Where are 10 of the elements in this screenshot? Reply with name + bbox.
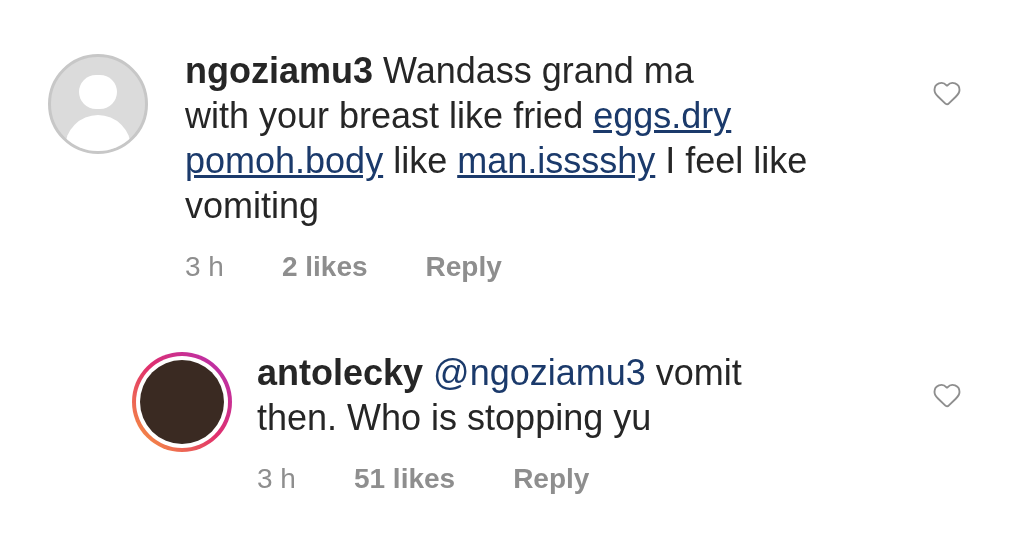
username-link[interactable]: ngoziamu3 bbox=[185, 50, 373, 91]
link[interactable]: eggs.dry bbox=[593, 95, 732, 136]
mention-link[interactable]: @ngoziamu3 bbox=[433, 352, 646, 393]
link[interactable]: pomoh.body bbox=[185, 140, 384, 181]
username-link[interactable]: antolecky bbox=[257, 352, 424, 393]
comment-time: 3 h bbox=[257, 462, 296, 496]
comment-text: ngoziamu3 Wandass grand ma with your breast like fried eggs.dry pomoh.body like man.isssshy I feel like vomiting bbox=[185, 49, 809, 228]
link[interactable]: man.isssshy bbox=[457, 140, 656, 181]
comment-time: 3 h bbox=[185, 250, 224, 284]
comment-text: antolecky @ngoziamu3 vomit then. Who is stopping yu bbox=[257, 351, 743, 440]
